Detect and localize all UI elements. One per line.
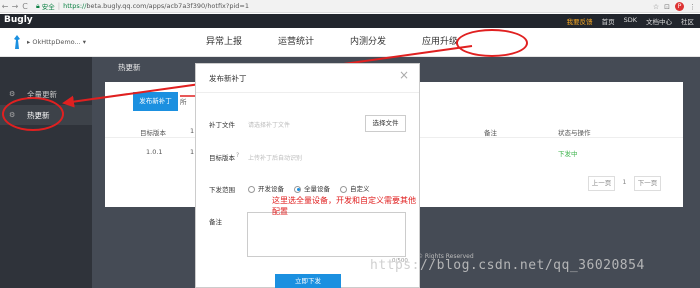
dialog-title: 发布新补丁 xyxy=(209,74,247,83)
pinterest-icon[interactable]: P xyxy=(675,2,684,11)
lock-icon: 🔒︎ xyxy=(36,1,40,10)
back-icon[interactable]: ← xyxy=(0,1,10,12)
tab-operations[interactable]: 运营统计 xyxy=(260,28,332,57)
divider: | xyxy=(57,2,61,10)
top-header: Bugly 我要反馈 首页 SDK 文档中心 社区 xyxy=(0,14,700,28)
choose-file-button[interactable]: 选择文件 xyxy=(365,115,406,132)
status-badge: 下发中 xyxy=(558,150,578,158)
target-version-field: 上传补丁后自动识别 xyxy=(248,155,303,162)
app-name: OkHttpDemo... xyxy=(32,38,81,46)
prev-page-button[interactable]: 上一页 xyxy=(588,176,615,191)
highlight-ring-hotfix xyxy=(2,97,64,131)
table-cell: 1 xyxy=(190,148,195,156)
notes-label: 备注 xyxy=(209,218,222,226)
secondary-button[interactable]: 所 xyxy=(180,96,187,106)
column-header: 1 xyxy=(190,127,195,135)
url-scheme[interactable]: https:// xyxy=(63,2,86,10)
next-page-button[interactable]: 下一页 xyxy=(634,176,661,191)
app-icon xyxy=(14,35,20,49)
close-icon[interactable]: × xyxy=(399,68,409,82)
page-title: 热更新 xyxy=(118,63,141,72)
watermark: https://blog.csdn.net/qq_36020854 xyxy=(370,258,645,273)
main-tabs: 异常上报 运营统计 内测分发 应用升级 xyxy=(188,28,476,57)
page-number[interactable]: 1 xyxy=(619,176,630,191)
tab-crash-report[interactable]: 异常上报 xyxy=(188,28,260,57)
column-header: 状态与操作 xyxy=(558,129,591,137)
publish-patch-button[interactable]: 发布新补丁 xyxy=(133,92,178,111)
radio-all-devices[interactable]: 全量设备 xyxy=(294,183,330,193)
radio-custom[interactable]: 自定义 xyxy=(340,183,370,193)
forward-icon[interactable]: → xyxy=(10,1,20,12)
notes-textarea[interactable] xyxy=(247,212,406,257)
patch-file-field[interactable]: 请选择补丁文件 xyxy=(248,120,290,129)
tab-beta-distribution[interactable]: 内测分发 xyxy=(332,28,404,57)
community-link[interactable]: 社区 xyxy=(681,16,694,26)
menu-icon[interactable]: ⋮ xyxy=(689,3,696,11)
feedback-link[interactable]: 我要反馈 xyxy=(567,16,593,26)
radio-icon xyxy=(294,185,301,193)
browser-toolbar-icons: ☆ ⊡ P ⋮ xyxy=(653,0,696,13)
url-text[interactable]: beta.bugly.qq.com/apps/acb7a3f390/hotfix… xyxy=(86,2,249,10)
radio-dev-devices[interactable]: 开发设备 xyxy=(248,183,284,193)
docs-link[interactable]: 文档中心 xyxy=(646,16,672,26)
column-header: 备注 xyxy=(484,129,497,137)
secure-label: 安全 xyxy=(41,3,55,11)
range-label: 下发范围 xyxy=(209,186,235,194)
radio-icon xyxy=(340,185,347,193)
table-cell-version: 1.0.1 xyxy=(146,148,163,156)
extension-icon[interactable]: ⊡ xyxy=(664,3,670,11)
divider xyxy=(196,92,419,93)
gear-icon: ⚙ xyxy=(9,90,16,98)
submit-button[interactable]: 立即下发 xyxy=(275,274,341,288)
browser-address-bar: ← → C 🔒︎ 安全 | https:// beta.bugly.qq.com… xyxy=(0,0,700,13)
radio-label: 开发设备 xyxy=(258,185,284,193)
annotation-note: 这里选全量设备，开发和自定义需要其他配置 xyxy=(272,196,416,216)
app-nav: ▸ OkHttpDemo... ▾ 异常上报 运营统计 内测分发 应用升级 xyxy=(0,28,700,57)
radio-label: 全量设备 xyxy=(304,185,330,193)
reload-icon[interactable]: C xyxy=(20,1,30,12)
sdk-link[interactable]: SDK xyxy=(624,16,637,26)
radio-label: 自定义 xyxy=(350,185,370,193)
app-selector[interactable]: ▸ OkHttpDemo... ▾ xyxy=(27,38,86,46)
target-version-label: 目标版本 xyxy=(209,154,235,162)
brand-logo[interactable]: Bugly xyxy=(4,15,33,25)
patch-file-label: 补丁文件 xyxy=(209,121,235,129)
highlight-ring-upgrade-tab xyxy=(456,29,528,57)
range-radio-group: 开发设备 全量设备 自定义 xyxy=(248,183,370,193)
help-icon[interactable]: ? xyxy=(236,152,239,159)
radio-icon xyxy=(248,185,255,193)
star-icon[interactable]: ☆ xyxy=(653,3,659,11)
home-link[interactable]: 首页 xyxy=(602,16,615,26)
column-header: 目标版本 xyxy=(140,129,166,137)
top-links: 我要反馈 首页 SDK 文档中心 社区 xyxy=(567,16,694,26)
